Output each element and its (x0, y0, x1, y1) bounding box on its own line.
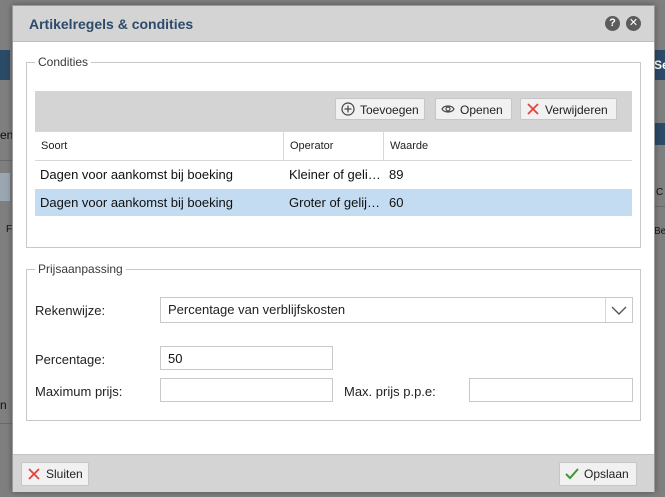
close-x-icon (28, 468, 40, 480)
prijsaanpassing-group: Prijsaanpassing Rekenwijze: Percentage v… (26, 262, 641, 421)
max-prijs-label: Maximum prijs: (35, 384, 123, 399)
background-divider (0, 423, 12, 424)
close-button[interactable]: Sluiten (21, 462, 89, 486)
close-icon[interactable]: ✕ (626, 16, 641, 31)
cell-soort: Dagen voor aankomst bij boeking (40, 167, 233, 182)
rekenwijze-value: Percentage van verblijfskosten (168, 302, 346, 317)
chevron-down-icon[interactable] (605, 298, 632, 322)
cell-operator: Groter of gelij… (289, 195, 381, 210)
checkmark-icon (565, 468, 579, 480)
table-row-selected[interactable]: Dagen voor aankomst bij boeking Groter o… (35, 189, 632, 216)
rekenwijze-select[interactable]: Percentage van verblijfskosten (160, 297, 633, 323)
eye-icon (441, 105, 455, 113)
dialog-footer: Sluiten Opslaan (13, 454, 654, 492)
save-button[interactable]: Opslaan (559, 462, 637, 486)
delete-condition-button[interactable]: Verwijderen (520, 98, 617, 120)
background-text-right-1: C (656, 187, 664, 198)
delete-x-icon (527, 103, 539, 115)
rekenwijze-label: Rekenwijze: (35, 303, 106, 318)
cell-operator: Kleiner of geli… (289, 167, 381, 182)
condities-toolbar: Toevoegen Openen Verwijderen (35, 91, 632, 131)
background-tab-left (0, 50, 10, 80)
background-strip-left (0, 173, 10, 201)
add-condition-button[interactable]: Toevoegen (335, 98, 425, 120)
add-condition-label: Toevoegen (360, 103, 419, 117)
column-header-operator[interactable]: Operator (284, 132, 384, 160)
column-header-soort[interactable]: Soort (35, 132, 284, 160)
plus-circle-icon (341, 102, 355, 116)
table-row[interactable]: Dagen voor aankomst bij boeking Kleiner … (35, 161, 632, 188)
background-text-right-2: Be (654, 226, 665, 237)
save-button-label: Opslaan (584, 467, 629, 481)
help-icon[interactable]: ? (605, 16, 620, 31)
percentage-field[interactable] (160, 346, 333, 370)
dialog-titlebar[interactable]: Artikelregels & condities ? ✕ (13, 6, 654, 42)
background-strip-right (655, 123, 665, 145)
prijsaanpassing-legend: Prijsaanpassing (38, 262, 123, 276)
cell-waarde: 60 (389, 195, 404, 210)
condities-legend: Condities (38, 55, 89, 69)
dialog-title: Artikelregels & condities (29, 16, 194, 32)
background-divider (0, 160, 12, 161)
close-button-label: Sluiten (46, 467, 83, 481)
percentage-label: Percentage: (35, 352, 106, 367)
artikelregels-dialog: Artikelregels & condities ? ✕ Condities … (12, 5, 655, 492)
background-text-left-2: n (0, 398, 7, 412)
max-prijs-field[interactable] (160, 378, 333, 402)
cell-waarde: 89 (389, 167, 404, 182)
delete-condition-label: Verwijderen (545, 103, 608, 117)
condities-group: Condities Toevoegen Openen Verwijderen S… (26, 55, 641, 248)
max-ppe-field[interactable] (469, 378, 633, 402)
open-condition-label: Openen (460, 103, 503, 117)
max-ppe-label: Max. prijs p.p.e: (344, 384, 436, 399)
open-condition-button[interactable]: Openen (435, 98, 512, 120)
column-header-waarde[interactable]: Waarde (384, 132, 632, 160)
cell-soort: Dagen voor aankomst bij boeking (40, 195, 233, 210)
condities-grid-header: Soort Operator Waarde (35, 131, 632, 161)
